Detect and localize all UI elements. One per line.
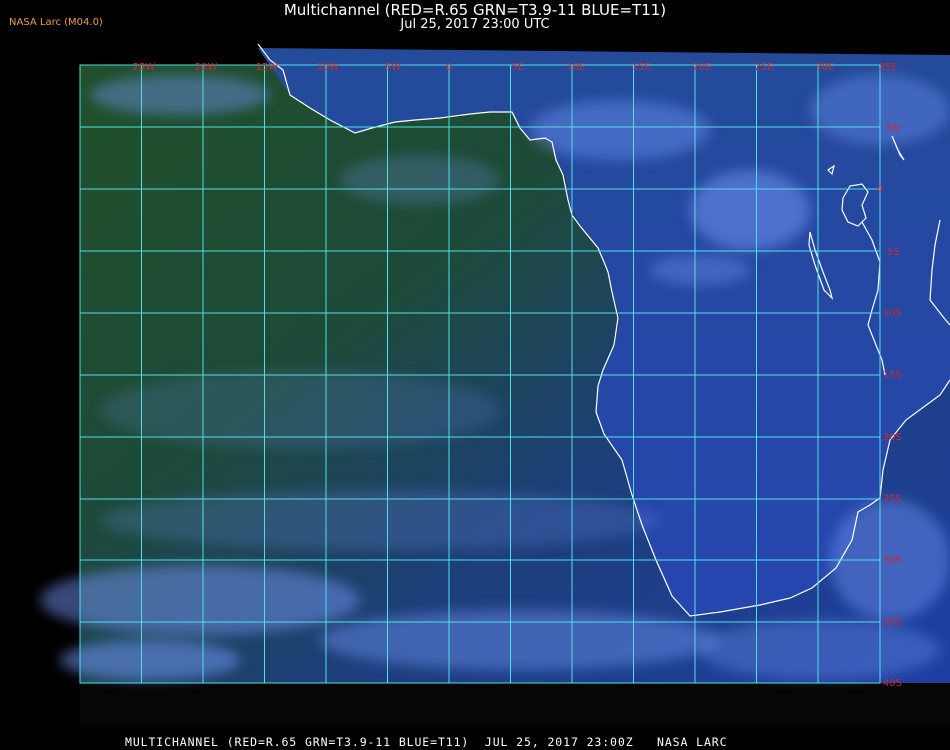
footer-caption: MULTICHANNEL (RED=R.65 GRN=T3.9-11 BLUE=… bbox=[125, 735, 728, 749]
lon-label-0: 0 bbox=[446, 62, 452, 73]
lat-label-15s: 15S bbox=[883, 370, 902, 381]
lon-label-25e: 25E bbox=[754, 62, 773, 73]
satellite-map[interactable]: 25W 20W 15W 10W 5W 0 5E 10E 15E 20E 25E … bbox=[0, 0, 950, 750]
lat-label-5n: 5N bbox=[886, 123, 900, 134]
lon-label-10e: 10E bbox=[566, 62, 585, 73]
lon-label-5w: 5W bbox=[385, 62, 401, 73]
lon-label-35e: 35E bbox=[878, 62, 897, 73]
lon-label-15e: 15E bbox=[631, 62, 650, 73]
lon-label-15w: 15W bbox=[256, 62, 279, 73]
lat-label-25s: 25S bbox=[883, 494, 902, 505]
lat-label-35s: 35S bbox=[883, 617, 902, 628]
lon-label-20w: 20W bbox=[195, 62, 218, 73]
lon-label-10w: 10W bbox=[317, 62, 340, 73]
lat-label-40s: 40S bbox=[883, 678, 902, 689]
lat-label-0: 0 bbox=[877, 184, 883, 195]
lat-label-5s: 5S bbox=[887, 247, 900, 258]
no-data-band bbox=[80, 683, 950, 727]
lat-label-20s: 20S bbox=[883, 432, 902, 443]
lon-label-5e: 5E bbox=[512, 62, 525, 73]
lon-label-20e: 20E bbox=[692, 62, 711, 73]
lat-label-30s: 30S bbox=[883, 555, 902, 566]
lon-label-30e: 30E bbox=[815, 62, 834, 73]
lon-label-25w: 25W bbox=[133, 62, 156, 73]
lat-label-10s: 10S bbox=[883, 308, 902, 319]
